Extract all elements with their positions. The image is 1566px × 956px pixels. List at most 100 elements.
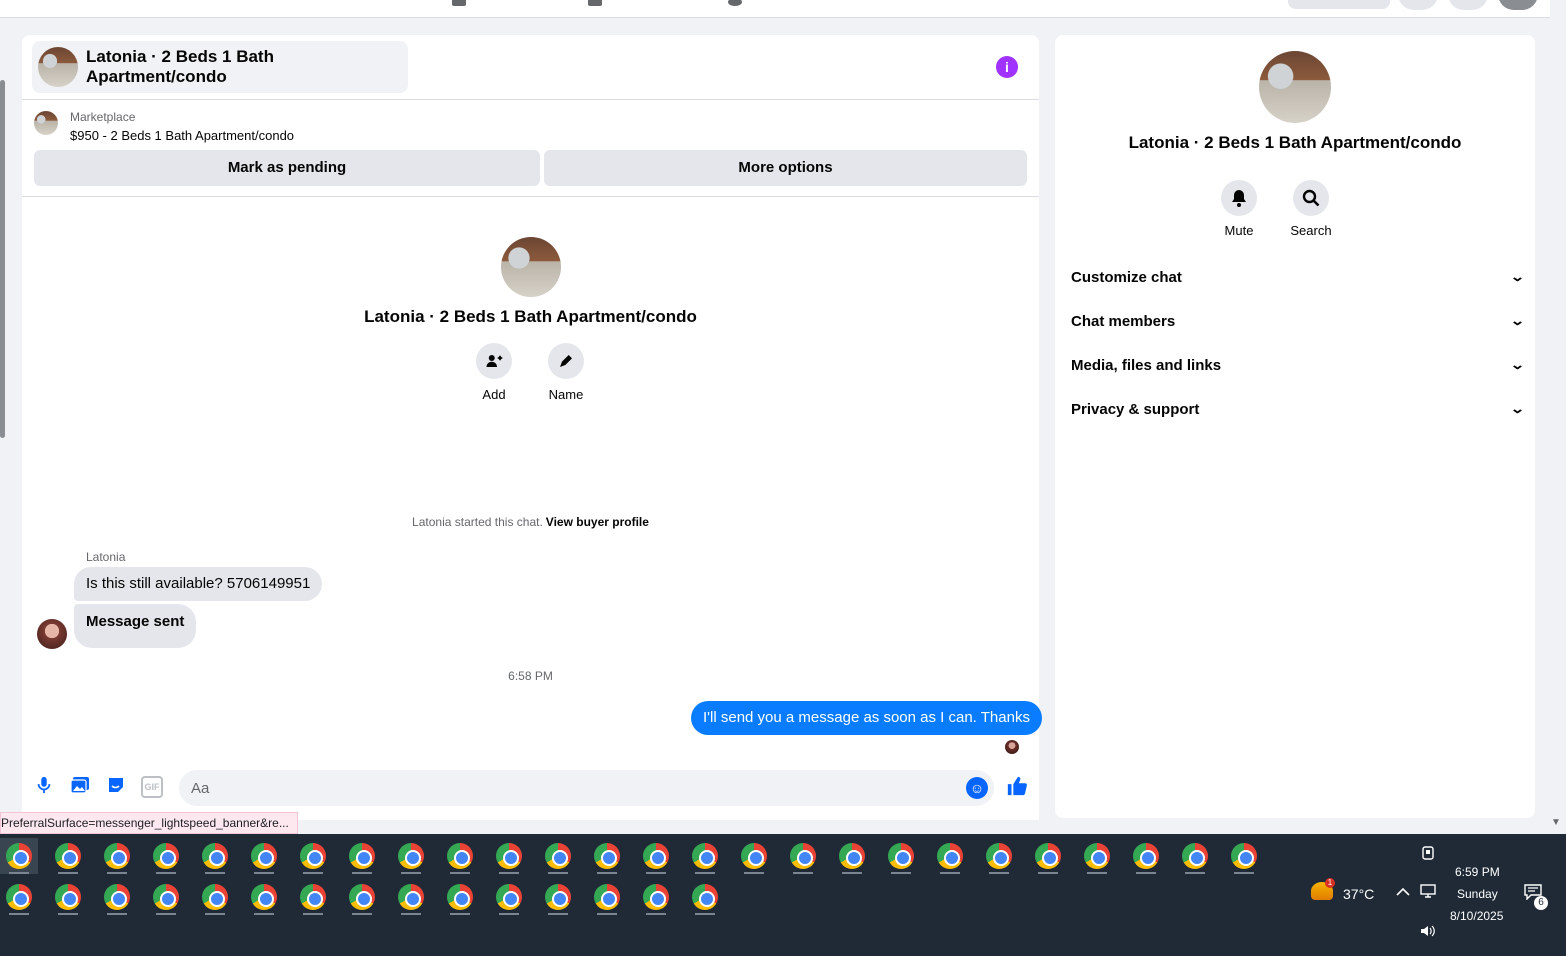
account-avatar[interactable]	[1498, 0, 1538, 10]
taskbar-chrome-button[interactable]	[147, 879, 185, 915]
taskbar-chrome-button[interactable]	[1225, 838, 1263, 874]
section-customize-chat[interactable]: Customize chat ⌄	[1071, 257, 1525, 297]
marketplace-listing-row[interactable]: Marketplace $950 - 2 Beds 1 Bath Apartme…	[34, 110, 1024, 146]
taskbar-chrome-button[interactable]	[686, 879, 724, 915]
taskbar-chrome-button[interactable]	[49, 838, 87, 874]
taskbar-chrome-button[interactable]	[1176, 838, 1214, 874]
thumbs-up-icon[interactable]	[1005, 775, 1029, 801]
taskbar-chrome-button[interactable]	[539, 838, 577, 874]
top-pill-button[interactable]	[1288, 0, 1390, 9]
info-icon[interactable]: i	[996, 56, 1018, 78]
add-button[interactable]: Add	[464, 343, 524, 402]
chrome-icon	[349, 884, 375, 910]
network-icon[interactable]	[1420, 884, 1436, 901]
taskbar-chrome-button[interactable]	[637, 838, 675, 874]
chrome-icon	[349, 843, 375, 869]
nav-groups-icon[interactable]	[728, 0, 742, 6]
taskbar-chrome-button[interactable]	[490, 879, 528, 915]
chrome-icon	[1084, 843, 1110, 869]
volume-icon[interactable]	[1420, 924, 1436, 941]
running-indicator	[156, 872, 176, 874]
running-indicator	[1185, 872, 1205, 874]
chrome-icon	[594, 884, 620, 910]
section-privacy-support[interactable]: Privacy & support ⌄	[1071, 389, 1525, 429]
incoming-message[interactable]: Message sent	[74, 604, 197, 648]
taskbar-chrome-button[interactable]	[294, 879, 332, 915]
listing-avatar	[38, 47, 78, 87]
photo-icon[interactable]	[69, 776, 91, 798]
taskbar-chrome-button[interactable]	[735, 838, 773, 874]
name-button[interactable]: Name	[536, 343, 596, 402]
taskbar-chrome-button[interactable]	[294, 838, 332, 874]
taskbar-chrome-button[interactable]	[686, 838, 724, 874]
nav-marketplace-icon[interactable]	[588, 0, 602, 6]
details-avatar[interactable]	[1259, 51, 1331, 123]
sticker-icon[interactable]	[105, 776, 127, 798]
mark-as-pending-button[interactable]: Mark as pending	[34, 150, 540, 186]
weather-temperature[interactable]: 37°C	[1343, 886, 1374, 902]
notifications-icon[interactable]	[1448, 0, 1488, 10]
message-input[interactable]	[179, 770, 994, 806]
taskbar-chrome-button[interactable]	[980, 838, 1018, 874]
microphone-icon[interactable]	[33, 776, 55, 798]
chevron-up-icon[interactable]	[1396, 884, 1410, 900]
taskbar-chrome-button[interactable]	[1127, 838, 1165, 874]
taskbar-chrome-button[interactable]	[196, 879, 234, 915]
chat-title-button[interactable]: Latonia · 2 Beds 1 Bath Apartment/condo	[32, 41, 408, 93]
search-button[interactable]: Search	[1278, 180, 1344, 238]
view-buyer-profile-link[interactable]: View buyer profile	[546, 515, 649, 529]
taskbar-chrome-button[interactable]	[49, 879, 87, 915]
meet-now-icon[interactable]	[1422, 846, 1434, 863]
taskbar-chrome-button[interactable]	[245, 879, 283, 915]
chrome-icon	[251, 884, 277, 910]
clock-day[interactable]: Sunday	[1457, 887, 1498, 901]
running-indicator	[548, 872, 568, 874]
taskbar-chrome-button[interactable]	[147, 838, 185, 874]
incoming-message[interactable]: Is this still available? 5706149951	[74, 567, 323, 601]
taskbar-chrome-button[interactable]	[637, 879, 675, 915]
chat-header: Latonia · 2 Beds 1 Bath Apartment/condo …	[22, 35, 1039, 100]
taskbar-chrome-button[interactable]	[0, 838, 38, 874]
taskbar-chrome-button[interactable]	[245, 838, 283, 874]
taskbar-chrome-button[interactable]	[588, 879, 626, 915]
taskbar-chrome-button[interactable]	[98, 879, 136, 915]
sender-avatar[interactable]	[37, 619, 67, 649]
taskbar-chrome-button[interactable]	[931, 838, 969, 874]
taskbar-chrome-button[interactable]	[539, 879, 577, 915]
taskbar-chrome-button[interactable]	[392, 838, 430, 874]
section-chat-members[interactable]: Chat members ⌄	[1071, 301, 1525, 341]
section-label: Chat members	[1071, 312, 1176, 330]
menu-grid-icon[interactable]	[1398, 0, 1438, 10]
seen-receipt-avatar	[1005, 740, 1019, 754]
taskbar-chrome-button[interactable]	[441, 838, 479, 874]
taskbar-chrome-button[interactable]	[0, 879, 38, 915]
taskbar-chrome-button[interactable]	[343, 879, 381, 915]
conversation-details-panel: Latonia · 2 Beds 1 Bath Apartment/condo …	[1055, 35, 1535, 818]
clock-time[interactable]: 6:59 PM	[1455, 865, 1500, 879]
outgoing-message[interactable]: I'll send you a message as soon as I can…	[691, 701, 1042, 735]
taskbar-chrome-button[interactable]	[882, 838, 920, 874]
section-media-files-links[interactable]: Media, files and links ⌄	[1071, 345, 1525, 385]
mute-button[interactable]: Mute	[1206, 180, 1272, 238]
taskbar-chrome-button[interactable]	[588, 838, 626, 874]
more-options-button[interactable]: More options	[544, 150, 1027, 186]
taskbar-chrome-button[interactable]	[1078, 838, 1116, 874]
taskbar-chrome-button[interactable]	[98, 838, 136, 874]
taskbar-chrome-button[interactable]	[343, 838, 381, 874]
taskbar-chrome-button[interactable]	[392, 879, 430, 915]
taskbar-chrome-button[interactable]	[833, 838, 871, 874]
taskbar-chrome-button[interactable]	[490, 838, 528, 874]
pencil-icon	[548, 343, 584, 379]
clock-date[interactable]: 8/10/2025	[1450, 909, 1503, 923]
taskbar-chrome-button[interactable]	[441, 879, 479, 915]
taskbar-chrome-button[interactable]	[784, 838, 822, 874]
emoji-icon[interactable]: ☺	[966, 777, 988, 799]
taskbar-chrome-button[interactable]	[196, 838, 234, 874]
taskbar-chrome-button[interactable]	[1029, 838, 1067, 874]
left-scrollbar[interactable]	[0, 80, 5, 438]
divider	[22, 196, 1039, 197]
scroll-down-arrow-icon[interactable]: ▼	[1551, 817, 1561, 828]
chrome-icon	[300, 884, 326, 910]
gif-icon[interactable]: GIF	[141, 776, 163, 798]
nav-home-icon[interactable]	[452, 0, 466, 6]
